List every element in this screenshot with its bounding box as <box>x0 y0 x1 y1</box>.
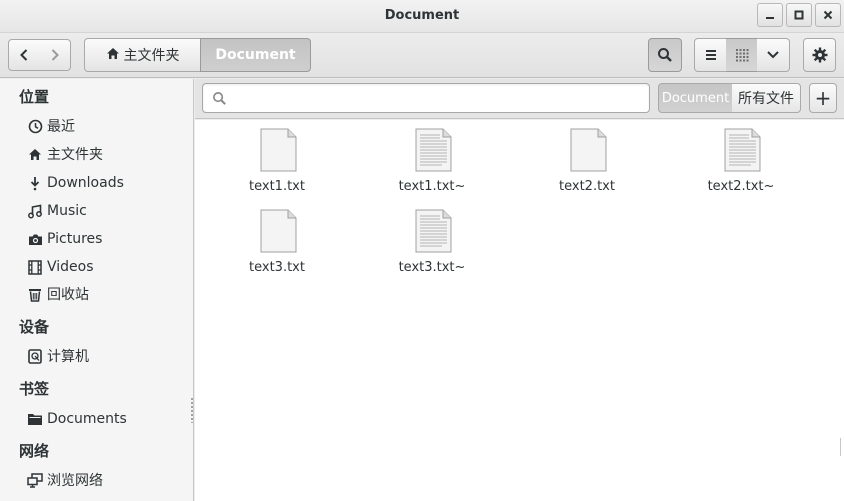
search-bar: Document 所有文件 + <box>195 79 844 119</box>
download-icon <box>27 175 43 191</box>
search-field[interactable] <box>202 83 650 113</box>
file-name: text3.txt~ <box>398 260 466 275</box>
search-icon <box>658 48 672 62</box>
camera-icon <box>27 231 43 247</box>
sidebar-item-label: 最近 <box>47 119 75 135</box>
path-current-label: Document <box>215 47 296 63</box>
drive-icon <box>27 348 43 364</box>
music-icon <box>27 203 43 219</box>
sidebar-section-places: 位置 <box>19 88 50 106</box>
sidebar-item-downloads[interactable]: Downloads <box>0 170 193 196</box>
search-scope-current-button[interactable]: Document <box>658 83 733 113</box>
sidebar-item-label: Downloads <box>47 175 124 191</box>
title-bar: Document <box>0 0 844 33</box>
maximize-button[interactable] <box>786 3 812 27</box>
close-button[interactable] <box>815 3 841 27</box>
sidebar-item-label: Pictures <box>47 231 103 247</box>
sidebar-item-label: 浏览网络 <box>47 473 103 489</box>
sidebar-item-home[interactable]: 主文件夹 <box>0 141 193 167</box>
grid-view-button[interactable] <box>726 38 758 72</box>
text-file-icon <box>724 128 761 172</box>
sidebar-item-browse-network[interactable]: 浏览网络 <box>0 467 193 493</box>
sidebar-item-label: Music <box>47 203 87 219</box>
search-icon <box>212 91 227 110</box>
window-title: Document <box>384 8 460 23</box>
minimize-icon <box>766 17 774 19</box>
file-item[interactable]: text1.txt <box>217 120 337 198</box>
close-icon <box>823 10 833 20</box>
text-file-icon <box>415 128 452 172</box>
empty-text-file-icon <box>260 209 297 253</box>
search-input[interactable] <box>233 87 643 109</box>
sidebar-section-bookmarks: 书签 <box>19 380 50 398</box>
sidebar-section-devices: 设备 <box>19 318 50 336</box>
search-toggle-button[interactable] <box>648 38 682 72</box>
sidebar-item-music[interactable]: Music <box>0 198 193 224</box>
sidebar-item-label: Videos <box>47 259 94 275</box>
home-icon <box>106 47 120 64</box>
file-name: text3.txt <box>249 260 305 275</box>
path-current-button[interactable]: Document <box>200 38 311 72</box>
header-toolbar: 主文件夹 Document <box>0 33 844 78</box>
minimize-button[interactable] <box>757 3 783 27</box>
sidebar-item-recent[interactable]: 最近 <box>0 113 193 139</box>
gear-icon <box>812 47 827 63</box>
home-icon <box>27 146 43 162</box>
settings-button[interactable] <box>803 38 836 72</box>
chevron-left-icon <box>20 49 28 61</box>
maximize-icon <box>794 10 804 20</box>
chevron-down-icon <box>767 51 779 59</box>
file-item[interactable]: text3.txt~ <box>372 201 492 279</box>
window-edge-handle <box>840 438 844 456</box>
film-icon <box>27 259 43 275</box>
sidebar-resize-handle[interactable] <box>190 397 194 423</box>
file-item[interactable]: text2.txt <box>527 120 647 198</box>
empty-text-file-icon <box>260 128 297 172</box>
file-item[interactable]: text1.txt~ <box>372 120 492 198</box>
sidebar-item-trash[interactable]: 回收站 <box>0 281 193 307</box>
file-view: text1.txt text1.txt~ text2.txt text2.txt… <box>195 120 844 501</box>
sidebar-item-documents[interactable]: Documents <box>0 406 193 432</box>
text-file-icon <box>415 209 452 253</box>
folder-icon <box>27 411 43 427</box>
sidebar-section-network: 网络 <box>19 442 50 460</box>
sidebar-item-label: 主文件夹 <box>47 147 103 163</box>
list-icon <box>705 50 716 60</box>
file-name: text1.txt~ <box>398 179 466 194</box>
file-name: text1.txt <box>249 179 305 194</box>
path-home-button[interactable]: 主文件夹 <box>84 38 201 72</box>
chevron-right-icon <box>51 49 59 61</box>
view-options-button[interactable] <box>757 38 790 72</box>
search-scope-all-button[interactable]: 所有文件 <box>732 83 801 113</box>
network-icon <box>27 472 43 488</box>
file-item[interactable]: text3.txt <box>217 201 337 279</box>
grid-icon <box>735 49 748 62</box>
file-name: text2.txt <box>559 179 615 194</box>
sidebar-item-label: 计算机 <box>47 349 89 365</box>
path-home-label: 主文件夹 <box>123 48 180 64</box>
sidebar-item-computer[interactable]: 计算机 <box>0 343 193 369</box>
file-name: text2.txt~ <box>707 179 775 194</box>
file-item[interactable]: text2.txt~ <box>681 120 801 198</box>
trash-icon <box>27 286 43 302</box>
sidebar: 位置 最近 主文件夹 Downloads Music Pictures Vide… <box>0 79 194 501</box>
add-search-criteria-button[interactable]: + <box>809 83 837 113</box>
forward-button[interactable] <box>39 39 71 71</box>
empty-text-file-icon <box>570 128 607 172</box>
sidebar-item-label: Documents <box>47 411 127 427</box>
sidebar-item-label: 回收站 <box>47 287 89 303</box>
sidebar-item-pictures[interactable]: Pictures <box>0 226 193 252</box>
clock-icon <box>27 118 43 134</box>
list-view-button[interactable] <box>694 38 727 72</box>
sidebar-item-videos[interactable]: Videos <box>0 254 193 280</box>
back-button[interactable] <box>8 39 40 71</box>
